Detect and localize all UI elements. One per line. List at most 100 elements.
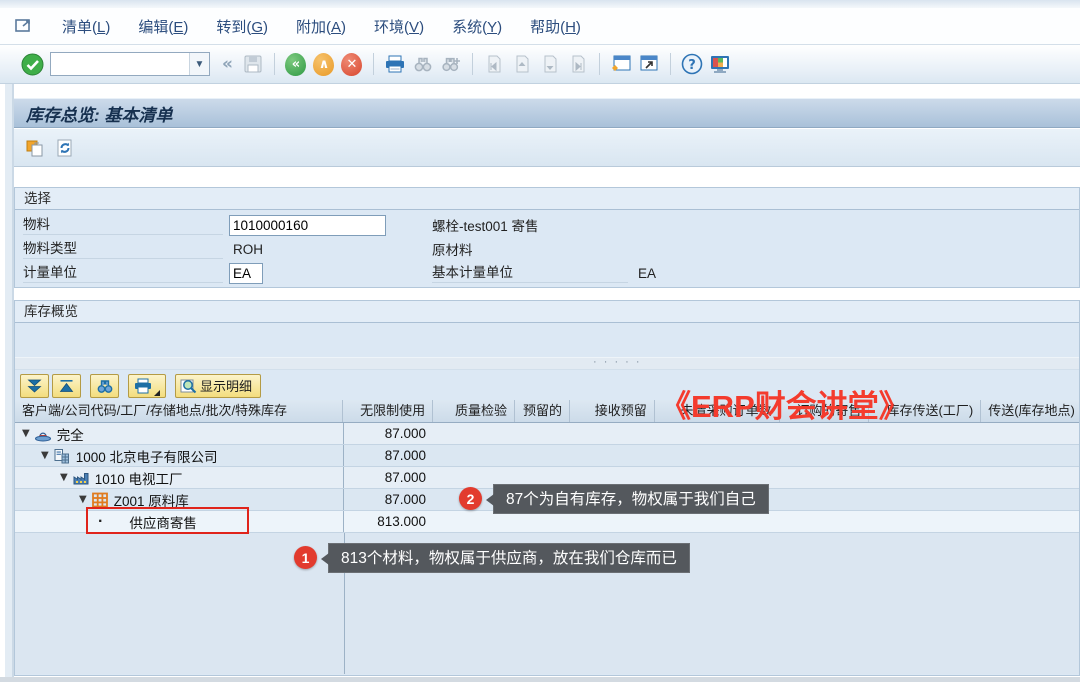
callout-tooltip-1: 813个材料，物权属于供应商，放在我们仓库而已 (328, 543, 690, 573)
column-header-3: 预留的 (515, 400, 570, 422)
cancel-icon[interactable]: ✕ (339, 51, 365, 77)
back-icon[interactable]: « (283, 51, 309, 77)
save-icon[interactable] (240, 51, 266, 77)
find-next-icon[interactable] (438, 51, 464, 77)
tree-node-label[interactable]: 完全 (57, 424, 84, 444)
enter-icon[interactable] (19, 51, 45, 77)
menu-bar: 清单(L)编辑(E)转到(G)附加(A)环境(V)系统(Y)帮助(H) (0, 8, 1080, 45)
table-header-row: 客户端/公司代码/工厂/存储地点/批次/特殊库存无限制使用质量检验预留的接收预留… (15, 400, 1079, 423)
company-icon (53, 448, 71, 464)
highlight-rectangle (86, 507, 249, 534)
page-title: 库存总览: 基本清单 (26, 101, 172, 126)
column-header-0: 客户端/公司代码/工厂/存储地点/批次/特殊库存 (15, 400, 343, 422)
expand-arrow-icon[interactable]: ▼ (41, 450, 49, 461)
watermark-text: 《ERP财会讲堂》 (660, 381, 910, 426)
window-left-strip (0, 84, 14, 682)
create-shortcut-icon[interactable] (636, 51, 662, 77)
expand-arrow-icon[interactable]: ▼ (22, 428, 30, 439)
exit-icon[interactable]: ∧ (311, 51, 337, 77)
toolbar-separator (472, 53, 473, 75)
menu-item-v[interactable]: 环境(V) (360, 15, 438, 40)
splitter-handle[interactable]: · · · · · (593, 356, 642, 368)
table-row-0[interactable]: ▼完全87.000 (15, 423, 1079, 445)
client-icon (34, 426, 52, 442)
plant-icon (72, 470, 90, 486)
menu-item-e[interactable]: 编辑(E) (124, 15, 202, 40)
print-dropdown-icon (153, 389, 161, 397)
sap-window: 清单(L)编辑(E)转到(G)附加(A)环境(V)系统(Y)帮助(H) ▼ « … (0, 0, 1080, 682)
expand-all-icon[interactable] (20, 374, 49, 398)
column-header-4: 接收预留 (570, 400, 655, 422)
menu-items: 清单(L)编辑(E)转到(G)附加(A)环境(V)系统(Y)帮助(H) (48, 16, 595, 37)
find-icon[interactable] (410, 51, 436, 77)
column-header-8: 传送(库存地点) (981, 400, 1079, 422)
unrestricted-use-value: 87.000 (344, 467, 434, 488)
detail-magnifier-icon (180, 378, 198, 394)
standard-toolbar: ▼ « « ∧ ✕ (0, 45, 1080, 84)
unit-input[interactable] (229, 263, 263, 284)
print-list-icon[interactable] (128, 374, 166, 398)
unit-label: 计量单位 (23, 263, 223, 283)
base-unit-label: 基本计量单位 (432, 263, 628, 283)
callout-tooltip-2: 87个为自有库存，物权属于我们自己 (493, 484, 769, 514)
command-field-wrap: ▼ (50, 52, 210, 76)
command-input[interactable] (51, 53, 189, 75)
title-bar: 库存总览: 基本清单 (14, 98, 1080, 128)
menu-item-y[interactable]: 系统(Y) (438, 15, 516, 40)
menu-item-a[interactable]: 附加(A) (282, 15, 360, 40)
menu-item-g[interactable]: 转到(G) (202, 15, 282, 40)
material-type-value: ROH (233, 242, 383, 257)
toolbar-separator (373, 53, 374, 75)
next-page-icon[interactable] (537, 51, 563, 77)
material-description: 螺栓-test001 寄售 (432, 215, 539, 235)
storage-icon (91, 492, 109, 508)
collapse-all-icon[interactable] (52, 374, 81, 398)
print-icon[interactable] (382, 51, 408, 77)
tree-cell[interactable]: ▼ 1000 北京电子有限公司 (15, 445, 344, 466)
last-page-icon[interactable] (565, 51, 591, 77)
material-label: 物料 (23, 215, 223, 235)
material-type-label: 物料类型 (23, 239, 223, 259)
refresh-icon[interactable] (51, 134, 79, 162)
tree-cell[interactable]: ▼ 完全 (15, 423, 344, 444)
selection-header: 选择 (15, 188, 1079, 210)
splitter-band: · · · · · (15, 357, 1079, 370)
previous-page-icon[interactable] (509, 51, 535, 77)
svg-text:?: ? (688, 58, 696, 73)
first-page-icon[interactable] (481, 51, 507, 77)
unrestricted-use-value: 87.000 (344, 489, 434, 510)
detail-button[interactable]: 显示明细 (175, 374, 261, 398)
toolbar-separator (274, 53, 275, 75)
command-dropdown-icon[interactable]: ▼ (189, 53, 209, 75)
table-row-1[interactable]: ▼ 1000 北京电子有限公司 87.000 (15, 445, 1079, 467)
toolbar-separator (670, 53, 671, 75)
expand-arrow-icon[interactable]: ▼ (79, 494, 87, 505)
tree-cell[interactable]: ▼ 1010 电视工厂 (15, 467, 344, 488)
selection-group: 选择 物料 螺栓-test001 寄售 物料类型 ROH 原材料 计量单位 基本… (14, 187, 1080, 288)
unrestricted-use-value: 87.000 (344, 445, 434, 466)
menu-item-l[interactable]: 清单(L) (48, 15, 124, 40)
list-toolbar: 显示明细 (15, 371, 1079, 400)
tree-node-label[interactable]: 1010 电视工厂 (95, 468, 183, 488)
help-icon[interactable]: ? (679, 51, 705, 77)
window-top-strip (0, 0, 1080, 8)
new-session-icon[interactable] (608, 51, 634, 77)
expand-arrow-icon[interactable]: ▼ (60, 472, 68, 483)
callout-badge-1: 1 (294, 546, 317, 569)
stock-overview-header: 库存概览 (15, 301, 1079, 323)
tree-node-label[interactable]: 1000 北京电子有限公司 (76, 446, 218, 466)
material-input[interactable] (229, 215, 386, 236)
customize-layout-icon[interactable] (707, 51, 733, 77)
menu-item-h[interactable]: 帮助(H) (516, 15, 595, 40)
application-toolbar (14, 129, 1080, 167)
callout-badge-2: 2 (459, 487, 482, 510)
material-type-description: 原材料 (432, 239, 473, 259)
window-bottom-strip (0, 677, 1080, 682)
column-header-1: 无限制使用 (343, 400, 433, 422)
column-header-2: 质量检验 (433, 400, 515, 422)
base-unit-value: EA (638, 266, 656, 281)
collapse-toolbar-icon[interactable]: « (222, 54, 233, 74)
find-list-icon[interactable] (90, 374, 119, 398)
toolbar-separator (599, 53, 600, 75)
other-material-icon[interactable] (21, 134, 49, 162)
